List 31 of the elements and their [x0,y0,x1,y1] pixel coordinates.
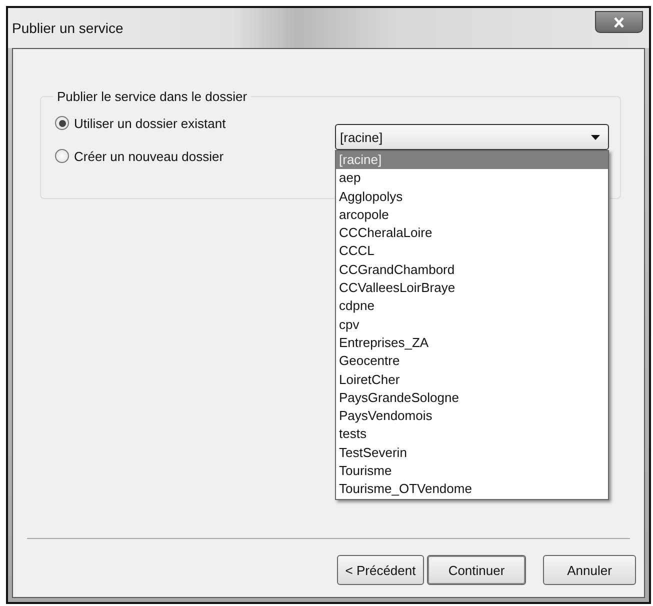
dropdown-option[interactable]: PaysVendomois [336,407,608,426]
radio-button[interactable] [55,149,69,163]
continue-button[interactable]: Continuer [427,555,526,585]
dropdown-option[interactable]: Agglopolys [336,188,608,206]
window-title: Publier un service [12,20,124,36]
dropdown-option[interactable]: PaysGrandeSologne [336,388,608,408]
cancel-button[interactable]: Annuler [543,555,636,585]
radio-label[interactable]: Utiliser un dossier existant [74,116,226,130]
previous-button[interactable]: < Précédent [337,555,424,585]
close-icon [613,16,625,28]
caret-icon [591,134,600,140]
dropdown-option[interactable]: Tourisme_OTVendome [336,480,608,499]
dropdown-option[interactable]: Geocentre [336,352,608,371]
dropdown-option[interactable]: TestSeverin [336,444,608,462]
dropdown-option[interactable]: CCValleesLoirBraye [336,279,608,298]
dropdown-option[interactable]: cpv [336,316,608,334]
dropdown-option[interactable]: aep [336,169,608,188]
folder-dropdown[interactable]: [racine] [335,124,609,150]
dropdown-option[interactable]: Tourisme [336,462,608,480]
dropdown-option[interactable]: Entreprises_ZA [336,334,608,352]
dropdown-option[interactable]: CCGrandChambord [336,260,608,280]
dropdown-option[interactable]: CCCL [336,242,608,261]
close-button[interactable] [595,11,643,33]
dropdown-option[interactable]: arcopole [336,206,608,224]
radio-button[interactable] [55,116,69,130]
radio-label[interactable]: Créer un nouveau dossier [74,148,224,164]
group-title: Publier le service dans le dossier [56,89,248,104]
dropdown-option[interactable]: tests [336,425,608,444]
dropdown-option[interactable]: CCCheralaLoire [336,224,608,242]
dropdown-option[interactable]: cdpne [336,297,608,316]
dropdown-option[interactable]: LoiretCher [336,370,608,389]
